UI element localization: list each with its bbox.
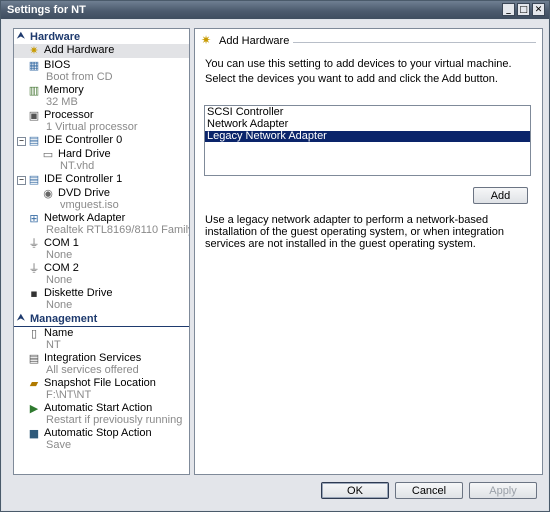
add-hardware-icon: ✷ [29,44,39,57]
ide-controller-icon: ▤ [28,173,40,186]
tree-item-detail: None [46,274,73,286]
tree-item-label: Memory [44,84,84,96]
tree-item-com1[interactable]: ⏚ COM 1 None [14,237,189,262]
integration-services-icon: ▤ [28,352,40,365]
device-option-legacy-network-adapter[interactable]: Legacy Network Adapter [205,131,530,142]
tree-item-auto-stop[interactable]: ■ Automatic Stop Action Save [14,427,189,452]
title-bar[interactable]: Settings for NT _ □ ✕ [1,1,549,19]
tree-item-detail: F:\NT\NT [46,389,92,401]
tree-item-detail: Save [46,439,72,451]
tree-item-label: Hard Drive [58,148,111,160]
intro-text: You can use this setting to add devices … [205,58,512,70]
tree-item-network-adapter[interactable]: ⊞ Network Adapter Realtek RTL8169/8110 F… [14,212,189,237]
tree-item-detail: Boot from CD [46,71,113,83]
cancel-button[interactable]: Cancel [395,482,463,499]
tree-item-detail: 1 Virtual processor [46,121,138,133]
add-hardware-icon: ✷ [201,33,212,47]
pane-title-text: Add Hardware [219,35,294,47]
tree-item-label: Name [44,327,74,339]
settings-tree[interactable]: ⮝ Hardware ✷ Add Hardware ▦ BIOS Boot fr… [13,28,190,475]
device-option-network-adapter[interactable]: Network Adapter [205,119,530,130]
tree-item-label: Integration Services [44,352,142,364]
tree-item-auto-start[interactable]: ▶ Automatic Start Action Restart if prev… [14,402,189,427]
ide-controller-icon: ▤ [28,134,40,147]
collapse-toggle-icon[interactable]: − [17,176,26,185]
tree-item-integration-services[interactable]: ▤ Integration Services All services offe… [14,352,189,377]
tree-item-label: Snapshot File Location [44,377,156,389]
tree-item-ide-controller-0[interactable]: − ▤ IDE Controller 0 [14,134,189,148]
tree-item-hard-drive[interactable]: ▭ Hard Drive NT.vhd [14,148,189,173]
tree-item-processor[interactable]: ▣ Processor 1 Virtual processor [14,109,189,134]
tree-item-detail: NT [46,339,61,351]
tree-item-bios[interactable]: ▦ BIOS Boot from CD [14,59,189,84]
tree-item-detail: None [46,249,73,261]
start-action-icon: ▶ [29,402,39,415]
device-listbox[interactable]: SCSI Controller Network Adapter Legacy N… [204,105,531,176]
close-button[interactable]: ✕ [532,3,545,16]
bios-chip-icon: ▦ [28,59,40,72]
hardware-section-label: Hardware [30,31,81,43]
tree-item-detail: NT.vhd [60,160,95,172]
hardware-section-header[interactable]: ⮝ Hardware [14,31,189,45]
tree-item-detail: vmguest.iso [60,199,119,211]
tree-item-detail: 32 MB [46,96,78,108]
tree-item-label: Diskette Drive [44,287,113,299]
tree-item-label: IDE Controller 1 [44,173,123,185]
diskette-icon: ▪ [30,287,38,300]
tree-item-com2[interactable]: ⏚ COM 2 None [14,262,189,287]
hard-drive-icon: ▭ [42,148,54,161]
tree-item-diskette-drive[interactable]: ▪ Diskette Drive None [14,287,189,312]
instruction-text: Select the devices you want to add and c… [205,73,498,85]
tree-item-label: Network Adapter [44,212,126,224]
device-option-scsi-controller[interactable]: SCSI Controller [205,107,530,118]
collapse-icon[interactable]: ⮝ [17,313,25,323]
tree-item-label: Add Hardware [44,44,115,56]
dialog-body: ⮝ Hardware ✷ Add Hardware ▦ BIOS Boot fr… [2,20,548,510]
collapse-icon[interactable]: ⮝ [17,31,25,41]
tree-item-label: Processor [44,109,94,121]
tree-item-detail: All services offered [46,364,139,376]
dvd-drive-icon: ◉ [43,187,53,200]
tree-item-add-hardware[interactable]: ✷ Add Hardware [14,44,189,58]
com-port-icon: ⏚ [28,262,40,275]
tree-item-label: COM 2 [44,262,79,274]
pane-title: Add Hardware [219,35,294,47]
tree-item-snapshot-location[interactable]: ▰ Snapshot File Location F:\NT\NT [14,377,189,402]
add-device-button[interactable]: Add [473,187,528,204]
tree-item-detail: Realtek RTL8169/8110 Family PCI ... [46,224,189,236]
com-port-icon: ⏚ [28,237,40,250]
tree-item-dvd-drive[interactable]: ◉ DVD Drive vmguest.iso [14,187,189,212]
tree-item-ide-controller-1[interactable]: − ▤ IDE Controller 1 [14,173,189,187]
tree-item-label: Automatic Start Action [44,402,153,414]
network-adapter-icon: ⊞ [29,212,39,225]
tree-item-label: Automatic Stop Action [44,427,152,439]
ok-button[interactable]: OK [321,482,389,499]
restore-button[interactable]: □ [517,3,530,16]
details-pane: ✷ Add Hardware You can use this setting … [194,28,543,475]
device-description: Use a legacy network adapter to perform … [205,214,505,250]
tree-item-label: DVD Drive [58,187,110,199]
tree-item-detail: None [46,299,73,311]
name-icon: ▯ [30,327,38,340]
snapshot-folder-icon: ▰ [29,377,39,390]
tree-item-memory[interactable]: ▥ Memory 32 MB [14,84,189,109]
management-section-label: Management [30,313,98,325]
pane-header: ✷ Add Hardware [201,32,536,50]
management-section-header[interactable]: ⮝ Management [14,313,189,327]
tree-item-detail: Restart if previously running [46,414,183,426]
minimize-button[interactable]: _ [502,3,515,16]
stop-action-icon: ■ [28,427,40,440]
settings-window: Settings for NT _ □ ✕ ⮝ Hardware ✷ Add H… [0,0,550,512]
collapse-toggle-icon[interactable]: − [17,137,26,146]
tree-item-label: BIOS [44,59,71,71]
dialog-button-bar: OK Cancel Apply [2,477,548,510]
apply-button[interactable]: Apply [469,482,537,499]
tree-item-label: COM 1 [44,237,79,249]
tree-item-label: IDE Controller 0 [44,134,123,146]
processor-icon: ▣ [28,109,40,122]
tree-item-name[interactable]: ▯ Name NT [14,327,189,352]
window-title: Settings for NT [7,4,86,16]
memory-icon: ▥ [28,84,40,97]
